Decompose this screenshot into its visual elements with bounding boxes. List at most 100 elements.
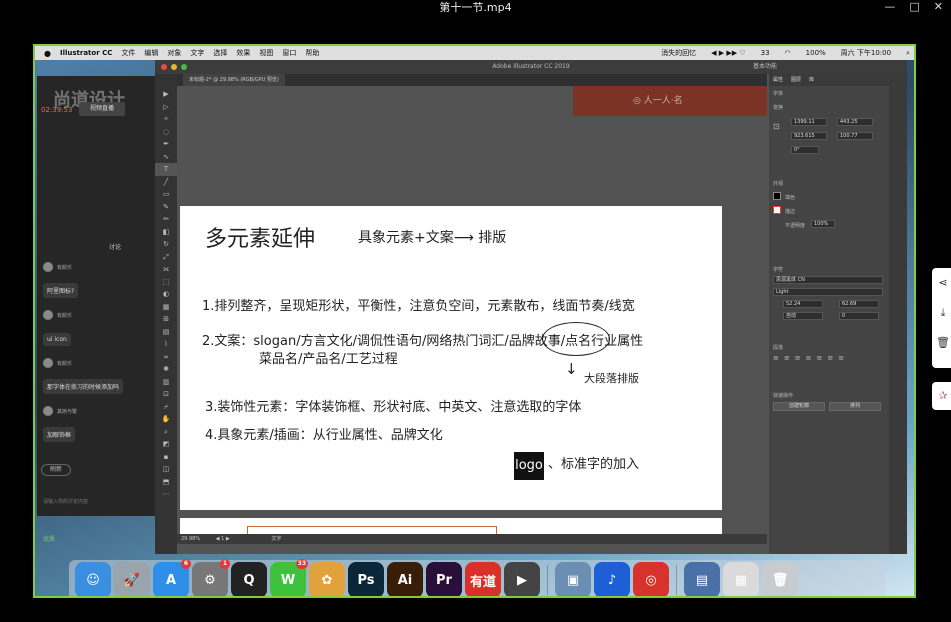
width-tool-icon[interactable]: ⟗ xyxy=(155,263,177,276)
curvature-tool-icon[interactable]: ∿ xyxy=(155,151,177,164)
menu-help[interactable]: 帮助 xyxy=(305,48,319,58)
menu-select[interactable]: 选择 xyxy=(213,48,227,58)
reference-point-icon[interactable]: ⊡ xyxy=(773,122,780,131)
dock-app-icon[interactable]: ▣ xyxy=(555,562,591,596)
trash-icon[interactable]: 🗑 xyxy=(932,328,951,358)
rotate-tool-icon[interactable]: ↻ xyxy=(155,238,177,251)
maximize-button[interactable]: □ xyxy=(909,0,919,14)
discussion-label[interactable]: 讨论 xyxy=(109,242,121,251)
page-nav-icon[interactable]: ◀ 1 ▶ xyxy=(216,536,230,542)
chat-input[interactable]: 请输入你的讨论内容 xyxy=(43,498,88,505)
leading-field[interactable]: 62.69 xyxy=(839,300,879,308)
gradient-tool-icon[interactable]: ▤ xyxy=(155,326,177,339)
menu-file[interactable]: 文件 xyxy=(121,48,135,58)
apple-icon[interactable]: ● xyxy=(44,49,51,58)
minimize-button[interactable]: — xyxy=(884,0,895,14)
pin-icon[interactable]: ✰ xyxy=(932,382,951,410)
blend-tool-icon[interactable]: ∞ xyxy=(155,351,177,364)
menu-view[interactable]: 视图 xyxy=(259,48,273,58)
dock-app-icon[interactable]: ◎ xyxy=(633,562,669,596)
battery-level[interactable]: 100% xyxy=(806,49,826,57)
lasso-icon[interactable]: ◌ xyxy=(155,126,177,139)
minimize-dot-icon[interactable] xyxy=(171,64,177,70)
dock-app-icon[interactable]: ▶ xyxy=(504,562,540,596)
h-field[interactable]: 100.77 xyxy=(837,132,873,140)
dock-app-icon[interactable]: 🗑 xyxy=(762,562,798,596)
fill-swatch-icon[interactable] xyxy=(773,192,781,200)
selection-tool-icon[interactable]: ▶ xyxy=(155,88,177,101)
eyedropper-icon[interactable]: ⌇ xyxy=(155,338,177,351)
angle-field[interactable]: 0° xyxy=(791,146,819,154)
point-2-continued[interactable]: 菜品名/产品名/工艺过程 xyxy=(259,348,398,367)
y-field[interactable]: 923.615 xyxy=(791,132,827,140)
dock-app-icon[interactable]: ♪ xyxy=(594,562,630,596)
kerning-select[interactable]: 自动 xyxy=(783,312,823,320)
dock-app-icon[interactable]: Q xyxy=(231,562,267,596)
free-transform-icon[interactable]: ⬚ xyxy=(155,276,177,289)
menu-type[interactable]: 文字 xyxy=(190,48,204,58)
refresh-button[interactable]: 刷新 xyxy=(41,464,71,476)
dock-app-icon[interactable]: Ai xyxy=(387,562,423,596)
zoom-level[interactable]: 29.98% xyxy=(181,536,200,542)
stroke-swatch-icon[interactable] xyxy=(773,206,781,214)
point-1[interactable]: 1.排列整齐，呈现矩形状，平衡性，注意负空间，元素散布，线面节奏/线宽 xyxy=(202,295,635,314)
zoom-dot-icon[interactable] xyxy=(181,64,187,70)
rectangle-tool-icon[interactable]: ▭ xyxy=(155,188,177,201)
screen-mode-icon[interactable]: ⬒ xyxy=(155,476,177,489)
chat-count[interactable]: 33 xyxy=(761,49,770,57)
tab-layers[interactable]: 图层 xyxy=(791,74,801,86)
eraser-icon[interactable]: ◧ xyxy=(155,226,177,239)
font-size-field[interactable]: 52.24 xyxy=(783,300,823,308)
zoom-tool-icon[interactable]: ⌕ xyxy=(155,426,177,439)
menu-window[interactable]: 窗口 xyxy=(282,48,296,58)
font-style-select[interactable]: Light xyxy=(773,288,883,296)
mesh-tool-icon[interactable]: ⊞ xyxy=(155,313,177,326)
color-mode-icon[interactable]: ▪ xyxy=(155,451,177,464)
dock-app-icon[interactable]: Ps xyxy=(348,562,384,596)
dock-app-icon[interactable]: ✿ xyxy=(309,562,345,596)
point-4[interactable]: 4.具象元素/插画：从行业属性、品牌文化 xyxy=(205,424,443,443)
search-icon[interactable]: ⌕ xyxy=(906,49,910,58)
slice-tool-icon[interactable]: ⌿ xyxy=(155,401,177,414)
x-field[interactable]: 1399.11 xyxy=(791,118,827,126)
workspace-switcher[interactable]: 基本功能 xyxy=(753,60,777,74)
arrange-button[interactable]: 排列 xyxy=(829,402,881,411)
tab-properties[interactable]: 属性 xyxy=(773,74,783,86)
direct-selection-tool-icon[interactable]: ▷ xyxy=(155,101,177,114)
point-3[interactable]: 3.装饰性元素：字体装饰框、形状衬底、中英文、注意选取的字体 xyxy=(205,396,581,415)
standard-type-text[interactable]: 、标准字的加入 xyxy=(548,453,639,472)
annotation-text[interactable]: 大段落排版 xyxy=(584,370,639,386)
menu-effect[interactable]: 效果 xyxy=(236,48,250,58)
dock-app-icon[interactable]: ▤ xyxy=(684,562,720,596)
close-button[interactable]: ✕ xyxy=(934,0,943,14)
artboard-subtitle[interactable]: 具象元素+文案⟶ 排版 xyxy=(358,227,506,247)
font-family-select[interactable]: 思源黑体 CN xyxy=(773,276,883,284)
paintbrush-icon[interactable]: ✎ xyxy=(155,201,177,214)
type-tool-icon[interactable]: T xyxy=(155,163,177,176)
draw-mode-icon[interactable]: ◫ xyxy=(155,463,177,476)
share-icon[interactable]: ⋖ xyxy=(932,268,951,298)
live-tab[interactable]: 视频直播 xyxy=(79,102,125,116)
symbol-sprayer-icon[interactable]: ✺ xyxy=(155,363,177,376)
download-icon[interactable]: ⤓ xyxy=(932,298,951,328)
wifi-icon[interactable]: ◠ xyxy=(785,49,791,57)
clock[interactable]: 周六 下午10:00 xyxy=(841,48,891,58)
line-tool-icon[interactable]: ╱ xyxy=(155,176,177,189)
dock-app-icon[interactable]: W 33 xyxy=(270,559,308,596)
artboard-tool-icon[interactable]: ⊡ xyxy=(155,388,177,401)
opacity-field[interactable]: 100% xyxy=(811,220,835,228)
align-buttons-icon[interactable]: ≡≡≡≡≡≡≡ xyxy=(773,354,849,362)
dock-app-icon[interactable]: ▦ xyxy=(723,562,759,596)
document-tab[interactable]: 未标题-2* @ 29.98% (RGB/GPU 预览) xyxy=(183,74,285,86)
menu-app-name[interactable]: Illustrator CC xyxy=(60,49,112,57)
hand-tool-icon[interactable]: ✋ xyxy=(155,413,177,426)
tracking-field[interactable]: 0 xyxy=(839,312,879,320)
dock-app-icon[interactable]: A6 xyxy=(153,559,191,596)
scale-tool-icon[interactable]: ⤢ xyxy=(155,251,177,264)
selected-logo-text[interactable]: logo xyxy=(514,452,544,480)
pen-tool-icon[interactable]: ✒ xyxy=(155,138,177,151)
w-field[interactable]: 443.25 xyxy=(837,118,873,126)
menu-edit[interactable]: 编辑 xyxy=(144,48,158,58)
close-dot-icon[interactable] xyxy=(161,64,167,70)
graph-tool-icon[interactable]: ▥ xyxy=(155,376,177,389)
